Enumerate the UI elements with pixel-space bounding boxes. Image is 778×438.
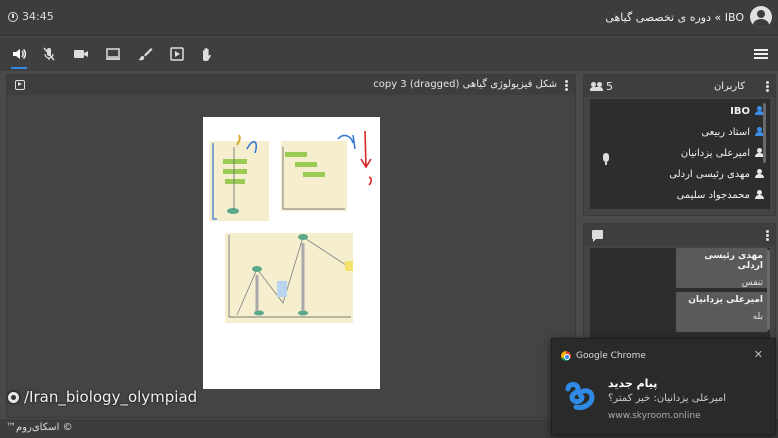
notification-url: www.skyroom.online (608, 411, 701, 421)
copyright-text: © اسکای‌روم™ (6, 422, 73, 433)
figure-node (298, 310, 308, 316)
chat-header (584, 224, 775, 246)
presentation-icon[interactable] (168, 45, 186, 63)
slide-canvas[interactable] (203, 117, 380, 389)
ball-logo-icon (6, 389, 21, 405)
chat-scrollbar[interactable] (767, 250, 770, 330)
user-name: امیرعلی یزدانیان (680, 147, 750, 159)
raise-hand-icon[interactable] (198, 45, 216, 63)
user-row[interactable]: محمدجواد سلیمی (677, 187, 764, 203)
toolbar (0, 37, 778, 71)
user-name: مهدی رئیسی اردلی (669, 168, 750, 180)
camera-icon[interactable] (72, 45, 90, 63)
account-avatar-icon[interactable] (750, 6, 772, 28)
user-name: استاد ربیعی (701, 126, 750, 138)
presentation-title: شکل فیزیولوژی گیاهی copy 3 (dragged) (373, 79, 557, 90)
figure-box (345, 261, 353, 271)
brush-icon[interactable] (136, 45, 154, 63)
figure-node (227, 208, 239, 214)
message-text: تنفس (741, 278, 763, 288)
figure-box (277, 281, 287, 297)
user-name: IBO (730, 105, 750, 117)
chrome-logo-icon (561, 351, 571, 361)
users-header: 5 کاربران (584, 75, 775, 97)
figure-panel-bottom (225, 233, 353, 323)
presentation-menu-icon[interactable] (565, 80, 568, 91)
top-bar: 34:45 IBO » دوره ی تخصصی گیاهی (0, 0, 778, 36)
users-icon (590, 82, 604, 91)
mic-muted-icon[interactable] (40, 45, 58, 63)
chrome-notification[interactable]: Google Chrome ✕ پیام جدید امیرعلی یزدانی… (551, 338, 776, 435)
person-icon (755, 169, 764, 179)
annotation-red-arrow (360, 130, 373, 186)
figure-node (252, 266, 262, 272)
session-timer: 34:45 (8, 10, 54, 23)
presentation-header: شکل فیزیولوژی گیاهی copy 3 (dragged) (7, 75, 575, 95)
skyroom-logo-icon (565, 382, 595, 410)
users-list: IBO استاد ربیعی امیرعلی یزدانیان مهدی رئ… (590, 99, 770, 209)
message-sender: مهدی رئیسی اردلی (704, 251, 763, 271)
user-row-presenter[interactable]: استاد ربیعی (701, 124, 764, 140)
chat-message: امیرعلی یزدانیان بله (676, 292, 768, 332)
figure-box (223, 169, 247, 174)
figure-node (254, 310, 264, 316)
speaker-icon[interactable] (10, 45, 28, 69)
mic-icon (603, 153, 609, 165)
watermark-text: /Iran_biology_olympiad (24, 388, 198, 406)
users-scrollbar[interactable] (763, 103, 766, 163)
figure-box (303, 172, 325, 177)
menu-icon[interactable] (754, 49, 768, 59)
figure-box (225, 179, 245, 184)
chat-icon (592, 230, 603, 242)
notification-app: Google Chrome (576, 351, 646, 361)
timer-text: 34:45 (22, 10, 54, 23)
chat-menu-icon[interactable] (766, 230, 769, 241)
room-title: IBO » دوره ی تخصصی گیاهی (605, 11, 744, 24)
figure-box (223, 159, 247, 164)
users-menu-icon[interactable] (766, 81, 769, 92)
user-name: محمدجواد سلیمی (676, 189, 750, 201)
notification-title: پیام جدید (608, 377, 658, 390)
channel-watermark: /Iran_biology_olympiad (6, 388, 197, 406)
users-panel: 5 کاربران IBO استاد ربیعی امیرعلی یزدانی… (583, 74, 776, 216)
person-icon (755, 190, 764, 200)
chat-message: مهدی رئیسی اردلی تنفس (676, 248, 768, 288)
user-row-ibo[interactable]: IBO (730, 103, 764, 119)
user-row[interactable]: امیرعلی یزدانیان (681, 145, 764, 161)
notification-body: امیرعلی یزدانیان: خیر کمتر؟ (608, 393, 727, 404)
screen-share-icon[interactable] (104, 45, 122, 63)
message-text: بله (752, 312, 763, 322)
message-sender: امیرعلی یزدانیان (688, 295, 763, 305)
users-count: 5 (606, 80, 613, 93)
presentation-mode-icon[interactable] (15, 80, 25, 90)
clock-icon (8, 11, 18, 22)
slide-diagram (209, 130, 373, 323)
figure-box (295, 162, 317, 167)
figure-box (285, 152, 307, 157)
close-icon[interactable]: ✕ (754, 348, 763, 361)
user-row[interactable]: مهدی رئیسی اردلی (669, 166, 764, 182)
figure-node (298, 234, 308, 240)
users-label: کاربران (713, 81, 745, 92)
